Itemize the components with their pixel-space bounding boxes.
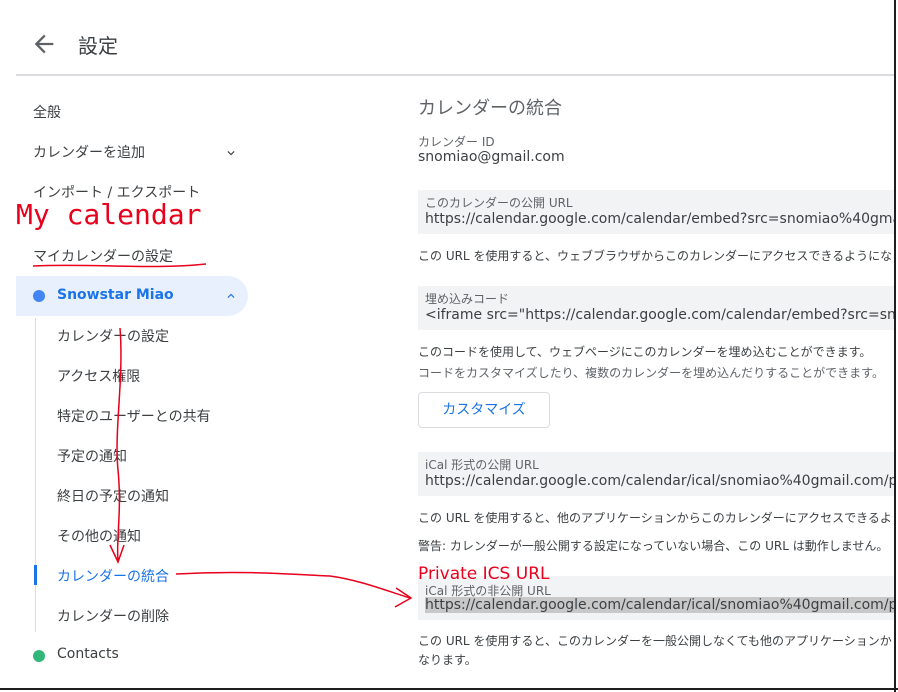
sidebar-subitem-calendar-settings[interactable]: カレンダーの設定 [57,326,169,346]
account-name: Snowstar Miao [57,287,174,303]
sidebar-subitem-allday-notifications[interactable]: 終日の予定の通知 [57,486,169,506]
window-edge-right [894,0,896,692]
annotation-arrowhead-down [109,544,125,564]
section-title: カレンダーの統合 [418,98,562,119]
header-divider [16,74,894,76]
public-url-field[interactable]: このカレンダーの公開 URL https://calendar.google.c… [418,190,894,234]
ical-public-url-field[interactable]: iCal 形式の公開 URL https://calendar.google.c… [418,452,894,496]
annotation-arrow-right [175,571,411,599]
sidebar-subitem-remove-calendar[interactable]: カレンダーの削除 [57,606,169,626]
account-color-dot [33,290,45,302]
annotation-my-calendar: My calendar [16,198,202,231]
top-bar: 設定 [0,0,898,76]
customize-button[interactable]: カスタマイズ [418,392,550,428]
sidebar-subitem-share-with-people[interactable]: 特定のユーザーとの共有 [57,406,211,426]
chevron-down-icon[interactable] [224,146,238,160]
embed-code-field[interactable]: 埋め込みコード <iframe src="https://calendar.go… [418,286,894,330]
calendar-id-value: snomiao@gmail.com [418,149,565,165]
window-edge-bottom [0,688,898,690]
embed-help: このコードを使用して、ウェブページにこのカレンダーを埋め込むことができます。 [418,345,872,359]
ical-private-help: この URL を使用すると、このカレンダーを一般公開しなくても他のアプリケーショ… [418,634,894,648]
public-url-value[interactable]: https://calendar.google.com/calendar/emb… [425,211,894,227]
sidebar-subitem-event-notifications[interactable]: 予定の通知 [57,446,127,466]
public-url-help: この URL を使用すると、ウェブブラウザからこのカレンダーにアクセスできるよう… [418,249,894,263]
page-title: 設定 [78,34,118,58]
ical-private-help-continued: なります。 [418,653,477,667]
contacts-color-dot [33,650,45,662]
sidebar-subitem-other-notifications[interactable]: その他の通知 [57,526,141,546]
sidebar-subitem-access-permissions[interactable]: アクセス権限 [57,366,140,386]
embed-help-secondary: コードをカスタマイズしたり、複数のカレンダーを埋め込んだりすることができます。 [418,366,884,380]
sidebar-item-add-calendar[interactable]: カレンダーを追加 [33,142,145,162]
annotation-arrowhead-right [394,587,413,608]
ical-private-url-value[interactable]: https://calendar.google.com/calendar/ica… [425,597,894,613]
calendar-id-label: カレンダー ID [418,135,495,149]
annotation-private-ics-url: Private ICS URL [418,564,550,584]
my-calendars-heading: マイカレンダーの設定 [33,249,173,265]
ical-public-url-value[interactable]: https://calendar.google.com/calendar/ica… [425,473,894,489]
sidebar-subitem-integrate-calendar[interactable]: カレンダーの統合 [57,566,169,586]
public-url-label: このカレンダーの公開 URL [425,196,573,210]
ical-warning: 警告: カレンダーが一般公開する設定になっていない場合、この URL は動作しま… [418,539,889,553]
sidebar-item-contacts[interactable]: Contacts [57,646,119,662]
sidebar-item-general[interactable]: 全般 [33,102,61,122]
chevron-up-icon[interactable] [224,289,238,303]
embed-code-label: 埋め込みコード [425,292,510,306]
active-indicator [34,565,37,585]
back-arrow-icon[interactable] [30,30,58,58]
embed-code-value[interactable]: <iframe src="https://calendar.google.com… [425,307,894,323]
ical-public-help: この URL を使用すると、他のアプリケーションからこのカレンダーにアクセスでき… [418,511,894,525]
ical-public-url-label: iCal 形式の公開 URL [425,458,539,472]
